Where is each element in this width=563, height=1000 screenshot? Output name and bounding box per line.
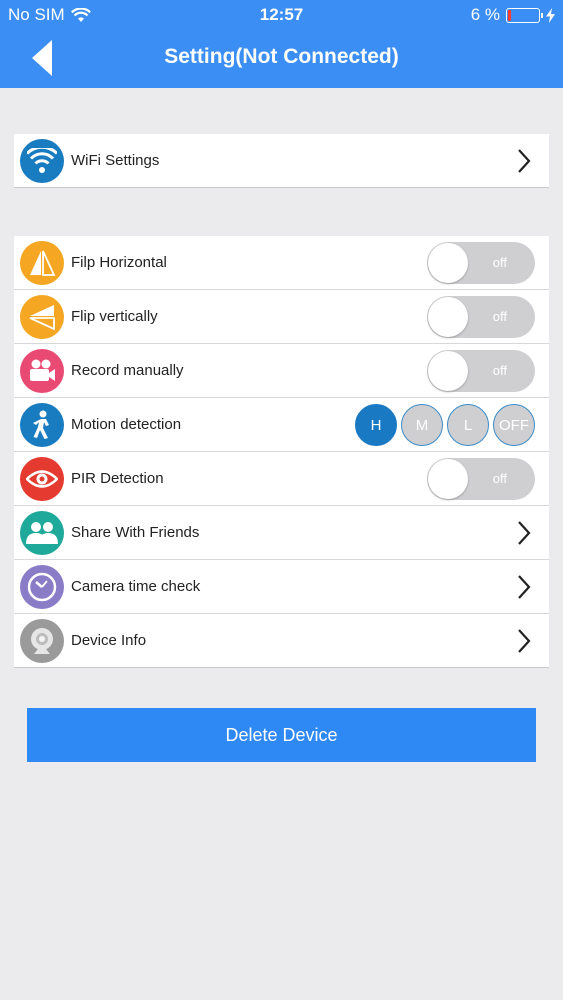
status-bar: No SIM 12:57 6 % — [0, 0, 563, 30]
toggle-knob — [428, 243, 468, 283]
nav-bar: Setting(Not Connected) — [0, 30, 563, 88]
row-flip-horizontal: Filp Horizontal off — [14, 236, 549, 290]
row-label: Motion detection — [71, 416, 182, 433]
eye-icon — [20, 456, 64, 501]
row-record-manually: Record manually off — [14, 344, 549, 398]
toggle-knob — [428, 351, 468, 391]
flip-vertical-icon — [20, 294, 64, 339]
top-bar: No SIM 12:57 6 % Setting(Not Connected) — [0, 0, 563, 88]
motion-level-off[interactable]: OFF — [493, 404, 535, 446]
battery-group: 6 % — [471, 5, 555, 25]
battery-fill — [508, 9, 511, 21]
row-flip-vertical: Flip vertically off — [14, 290, 549, 344]
row-label: PIR Detection — [71, 470, 164, 487]
pir-detection-toggle[interactable]: off — [427, 458, 535, 500]
row-wifi-settings[interactable]: WiFi Settings — [14, 134, 549, 188]
row-label: Record manually — [71, 362, 184, 379]
flip-horizontal-toggle[interactable]: off — [427, 242, 535, 284]
row-camera-time-check[interactable]: Camera time check — [14, 560, 549, 614]
row-label: Flip vertically — [71, 308, 158, 325]
motion-level-low[interactable]: L — [447, 404, 489, 446]
people-icon — [20, 510, 64, 555]
motion-level-high[interactable]: H — [355, 404, 397, 446]
wifi-group: WiFi Settings — [14, 134, 549, 188]
clock-icon — [20, 564, 64, 609]
video-camera-icon — [20, 348, 64, 393]
toggle-state: off — [492, 363, 507, 378]
row-label: Share With Friends — [71, 524, 200, 541]
wifi-icon — [20, 138, 64, 183]
row-share-with-friends[interactable]: Share With Friends — [14, 506, 549, 560]
row-label: Camera time check — [71, 578, 201, 595]
battery-icon — [506, 7, 543, 23]
chevron-right-icon — [518, 575, 531, 599]
row-label: Device Info — [71, 632, 147, 649]
delete-device-button[interactable]: Delete Device — [27, 708, 536, 762]
walking-person-icon — [20, 402, 64, 447]
row-pir-detection: PIR Detection off — [14, 452, 549, 506]
row-device-info[interactable]: Device Info — [14, 614, 549, 668]
webcam-icon — [20, 618, 64, 663]
chevron-right-icon — [518, 149, 531, 173]
toggle-state: off — [492, 309, 507, 324]
row-label: Filp Horizontal — [71, 254, 167, 271]
toggle-state: off — [492, 471, 507, 486]
motion-sensitivity-selector: H M L OFF — [355, 404, 535, 446]
motion-level-medium[interactable]: M — [401, 404, 443, 446]
chevron-right-icon — [518, 629, 531, 653]
settings-group: Filp Horizontal off Flip vertically off — [14, 236, 549, 668]
toggle-state: off — [492, 255, 507, 270]
toggle-knob — [428, 459, 468, 499]
chevron-right-icon — [518, 521, 531, 545]
record-manually-toggle[interactable]: off — [427, 350, 535, 392]
charging-bolt-icon — [546, 7, 555, 23]
flip-horizontal-icon — [20, 240, 64, 285]
battery-percent: 6 % — [470, 5, 500, 24]
page-title: Setting(Not Connected) — [164, 45, 399, 68]
toggle-knob — [428, 297, 468, 337]
flip-vertical-toggle[interactable]: off — [427, 296, 535, 338]
row-label: WiFi Settings — [71, 152, 160, 169]
row-motion-detection: Motion detection H M L OFF — [14, 398, 549, 452]
